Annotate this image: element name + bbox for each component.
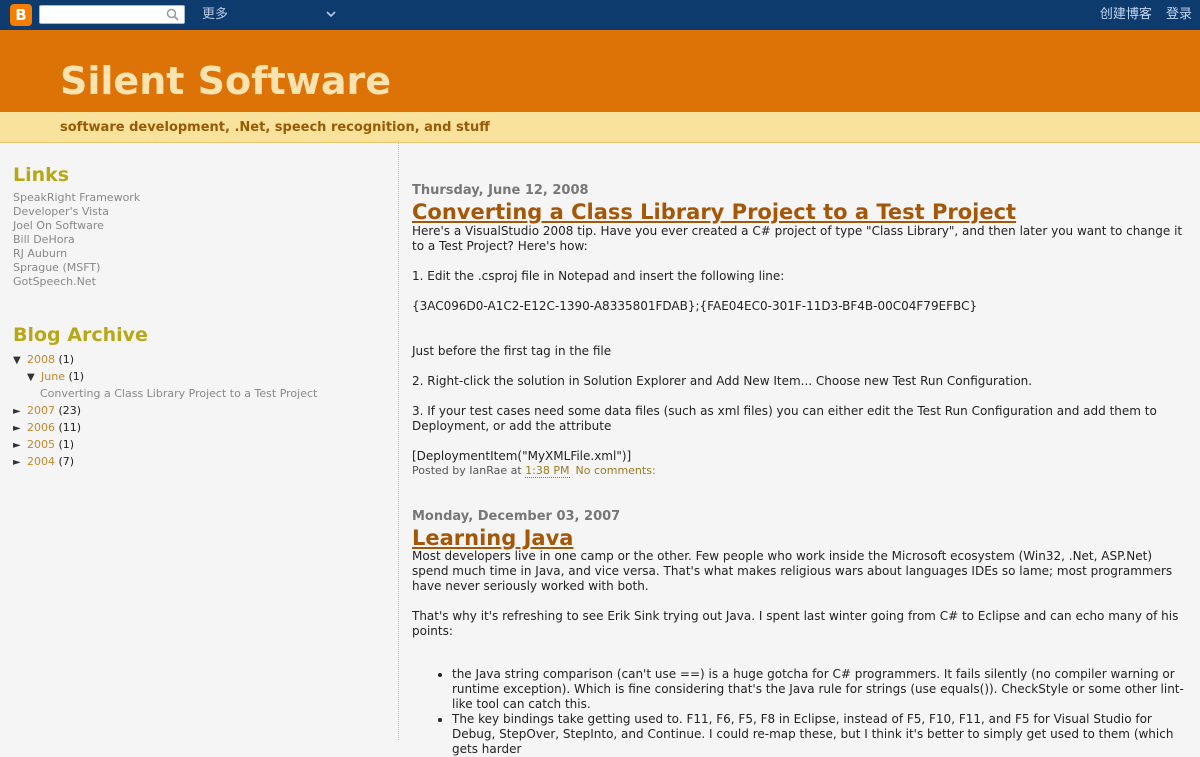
login-link[interactable]: 登录 [1166, 7, 1192, 22]
list-item: The key bindings take getting used to. F… [452, 712, 1188, 757]
archive-link-2005[interactable]: 2005 [27, 438, 55, 451]
search-input[interactable] [39, 5, 185, 24]
expand-toggle-icon[interactable]: ► [13, 420, 27, 437]
archive-month-june: ▼ June (1) [13, 368, 317, 385]
blog-archive-heading: Blog Archive [13, 324, 148, 346]
main-content: Thursday, June 12, 2008 Converting a Cla… [412, 143, 1188, 756]
post-timestamp-link[interactable]: 1:38 PM [525, 464, 570, 478]
archive-year-2008: ▼ 2008 (1) [13, 351, 317, 368]
collapse-toggle-icon[interactable]: ▼ [27, 369, 41, 386]
archive-count: (1) [58, 438, 75, 451]
expand-toggle-icon[interactable]: ► [13, 454, 27, 471]
more-menu-button[interactable]: 更多 [202, 6, 228, 24]
archive-link-2006[interactable]: 2006 [27, 421, 55, 434]
sidebar-link-gotspeech[interactable]: GotSpeech.Net [13, 275, 140, 289]
archive-link-2004[interactable]: 2004 [27, 455, 55, 468]
archive-year-2006: ► 2006 (11) [13, 419, 317, 436]
post-title-link[interactable]: Learning Java [412, 526, 573, 550]
archive-link-june[interactable]: June [41, 370, 65, 383]
post-paragraph: [DeploymentItem("MyXMLFile.xml")] [412, 449, 632, 463]
collapse-toggle-icon[interactable]: ▼ [13, 352, 27, 369]
blog-title[interactable]: Silent Software [60, 56, 391, 106]
top-navbar: B 更多 创建博客 登录 [0, 0, 1200, 30]
list-item: the Java string comparison (can't use ==… [452, 667, 1188, 712]
sidebar: Links SpeakRight Framework Developer's V… [0, 143, 398, 740]
post-paragraph: Most developers live in one camp or the … [412, 549, 1173, 593]
post-bullet-list: the Java string comparison (can't use ==… [412, 667, 1188, 757]
blog-header: Silent Software [0, 30, 1200, 112]
description-bar: software development, .Net, speech recog… [0, 112, 1200, 143]
post-paragraph: That's why it's refreshing to see Erik S… [412, 609, 1179, 638]
nav-right-links: 创建博客 登录 [1090, 6, 1192, 24]
archive-year-2007: ► 2007 (23) [13, 402, 317, 419]
links-list: SpeakRight Framework Developer's Vista J… [13, 191, 140, 289]
post-paragraph: 2. Right-click the solution in Solution … [412, 374, 1033, 388]
blog-archive: ▼ 2008 (1) ▼ June (1) Converting a Class L… [13, 351, 317, 470]
archive-count: (1) [58, 353, 75, 366]
post-paragraph: Here's a VisualStudio 2008 tip. Have you… [412, 224, 1183, 253]
archive-link-2007[interactable]: 2007 [27, 404, 55, 417]
archive-post-link[interactable]: Converting a Class Library Project to a … [40, 387, 317, 400]
post-paragraph: 1. Edit the .csproj file in Notepad and … [412, 269, 785, 283]
blog-description: software development, .Net, speech recog… [60, 120, 490, 135]
sidebar-link-joel-on-software[interactable]: Joel On Software [13, 219, 140, 233]
expand-toggle-icon[interactable]: ► [13, 403, 27, 420]
sidebar-link-rj-auburn[interactable]: RJ Auburn [13, 247, 140, 261]
posted-by-text: Posted by IanRae at [412, 464, 526, 477]
post-paragraph: Just before the first tag in the file [412, 344, 612, 358]
sidebar-link-developers-vista[interactable]: Developer's Vista [13, 205, 140, 219]
archive-link-2008[interactable]: 2008 [27, 353, 55, 366]
column-divider [398, 143, 399, 740]
chevron-down-icon[interactable] [326, 9, 336, 19]
comments-link[interactable]: No comments: [576, 464, 656, 477]
archive-count: (7) [58, 455, 75, 468]
post-footer: Posted by IanRae at 1:38 PM No comments: [412, 464, 656, 478]
post-title-link[interactable]: Converting a Class Library Project to a … [412, 200, 1016, 224]
search-icon[interactable] [166, 8, 179, 21]
create-blog-link[interactable]: 创建博客 [1100, 7, 1152, 22]
blogger-logo-icon[interactable]: B [10, 4, 32, 26]
archive-post-item: Converting a Class Library Project to a … [13, 385, 317, 402]
sidebar-link-speakright[interactable]: SpeakRight Framework [13, 191, 140, 205]
archive-count: (11) [58, 421, 82, 434]
sidebar-link-bill-dehora[interactable]: Bill DeHora [13, 233, 140, 247]
archive-year-2005: ► 2005 (1) [13, 436, 317, 453]
post-paragraph: 3. If your test cases need some data fil… [412, 404, 1157, 433]
post-date: Thursday, June 12, 2008 [412, 183, 589, 198]
expand-toggle-icon[interactable]: ► [13, 437, 27, 454]
archive-count: (23) [58, 404, 82, 417]
archive-year-2004: ► 2004 (7) [13, 453, 317, 470]
links-heading: Links [13, 164, 70, 186]
sidebar-link-sprague[interactable]: Sprague (MSFT) [13, 261, 140, 275]
archive-count: (1) [68, 370, 85, 383]
post-date: Monday, December 03, 2007 [412, 509, 621, 524]
post-paragraph: {3AC096D0-A1C2-E12C-1390-A8335801FDAB};{… [412, 299, 978, 313]
